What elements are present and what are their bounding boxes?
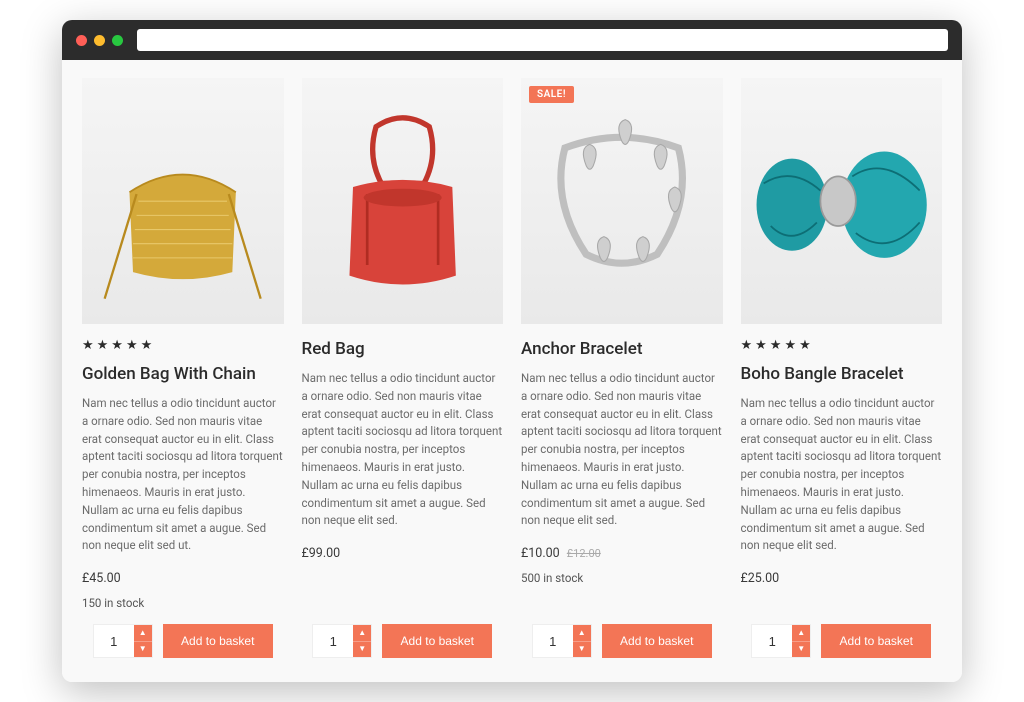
maximize-icon[interactable]: [112, 35, 123, 46]
quantity-input[interactable]: [94, 625, 134, 657]
add-to-basket-button[interactable]: Add to basket: [602, 624, 712, 658]
rating-stars: ★★★★★: [82, 338, 284, 353]
golden-bag-icon: [94, 93, 271, 309]
sale-badge: SALE!: [529, 86, 574, 103]
browser-titlebar: [62, 20, 962, 60]
product-price: £10.00 £12.00: [521, 546, 723, 561]
qty-up-icon[interactable]: ▲: [134, 625, 152, 642]
product-image[interactable]: [302, 78, 504, 324]
window-controls: [76, 35, 123, 46]
red-bag-icon: [314, 93, 491, 309]
url-input[interactable]: [137, 29, 948, 51]
product-description: Nam nec tellus a odio tincidunt auctor a…: [302, 370, 504, 530]
product-price: £45.00: [82, 571, 284, 586]
product-title[interactable]: Anchor Bracelet: [521, 338, 723, 360]
product-price: £99.00: [302, 546, 504, 561]
product-price: £25.00: [741, 571, 943, 586]
product-grid: ★★★★★ Golden Bag With Chain Nam nec tell…: [82, 78, 942, 658]
qty-up-icon[interactable]: ▲: [792, 625, 810, 642]
rating-stars: ★★★★★: [741, 338, 943, 353]
qty-down-icon[interactable]: ▼: [134, 642, 152, 658]
quantity-stepper[interactable]: ▲ ▼: [751, 624, 811, 658]
product-image[interactable]: [741, 78, 943, 324]
product-title[interactable]: Boho Bangle Bracelet: [741, 363, 943, 385]
browser-window: ★★★★★ Golden Bag With Chain Nam nec tell…: [62, 20, 962, 682]
product-card: ★★★★★ Golden Bag With Chain Nam nec tell…: [82, 78, 284, 658]
add-to-basket-button[interactable]: Add to basket: [821, 624, 931, 658]
quantity-input[interactable]: [533, 625, 573, 657]
product-description: Nam nec tellus a odio tincidunt auctor a…: [82, 395, 284, 555]
product-actions: ▲ ▼ Add to basket: [82, 624, 284, 658]
quantity-input[interactable]: [313, 625, 353, 657]
anchor-bracelet-icon: [533, 93, 710, 309]
quantity-stepper[interactable]: ▲ ▼: [93, 624, 153, 658]
product-image[interactable]: [82, 78, 284, 324]
product-actions: ▲ ▼ Add to basket: [521, 624, 723, 658]
product-title[interactable]: Golden Bag With Chain: [82, 363, 284, 385]
add-to-basket-button[interactable]: Add to basket: [163, 624, 273, 658]
old-price: £12.00: [567, 547, 601, 560]
product-description: Nam nec tellus a odio tincidunt auctor a…: [741, 395, 943, 555]
qty-up-icon[interactable]: ▲: [573, 625, 591, 642]
product-card: SALE! Anchor Bracelet Na: [521, 78, 723, 658]
add-to-basket-button[interactable]: Add to basket: [382, 624, 492, 658]
qty-up-icon[interactable]: ▲: [353, 625, 371, 642]
product-title[interactable]: Red Bag: [302, 338, 504, 360]
quantity-stepper[interactable]: ▲ ▼: [532, 624, 592, 658]
quantity-stepper[interactable]: ▲ ▼: [312, 624, 372, 658]
qty-down-icon[interactable]: ▼: [792, 642, 810, 658]
product-actions: ▲ ▼ Add to basket: [741, 624, 943, 658]
boho-bracelet-icon: [753, 93, 930, 309]
stock-label: 500 in stock: [521, 571, 723, 585]
product-card: Red Bag Nam nec tellus a odio tincidunt …: [302, 78, 504, 658]
qty-down-icon[interactable]: ▼: [353, 642, 371, 658]
stock-label: 150 in stock: [82, 596, 284, 610]
product-card: ★★★★★ Boho Bangle Bracelet Nam nec tellu…: [741, 78, 943, 658]
qty-down-icon[interactable]: ▼: [573, 642, 591, 658]
close-icon[interactable]: [76, 35, 87, 46]
page-content: ★★★★★ Golden Bag With Chain Nam nec tell…: [62, 60, 962, 682]
quantity-input[interactable]: [752, 625, 792, 657]
product-description: Nam nec tellus a odio tincidunt auctor a…: [521, 370, 723, 530]
product-image[interactable]: SALE!: [521, 78, 723, 324]
minimize-icon[interactable]: [94, 35, 105, 46]
product-actions: ▲ ▼ Add to basket: [302, 624, 504, 658]
